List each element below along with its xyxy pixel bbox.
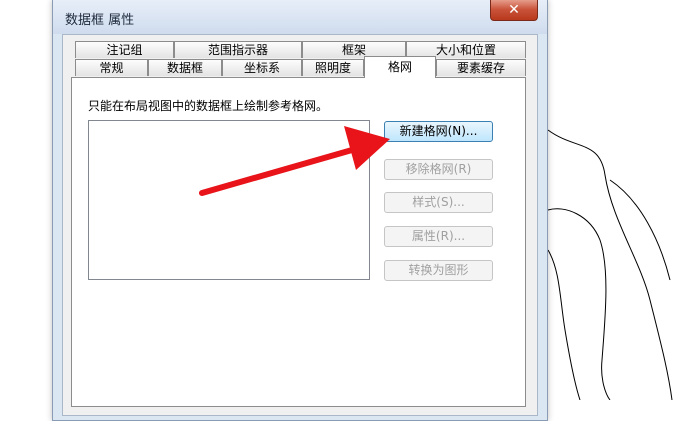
- tab-illumination[interactable]: 照明度: [302, 59, 364, 76]
- title-bar[interactable]: 数据框 属性 ✕: [53, 0, 547, 34]
- remove-grid-button[interactable]: 移除格网(R): [384, 159, 493, 180]
- tab-extent-indicators[interactable]: 范围指示器: [174, 41, 302, 58]
- close-button[interactable]: ✕: [490, 0, 538, 21]
- grid-list[interactable]: [88, 120, 370, 280]
- tab-general[interactable]: 常规: [75, 59, 148, 76]
- convert-to-graphics-button[interactable]: 转换为图形: [384, 260, 493, 281]
- new-grid-button[interactable]: 新建格网(N)...: [384, 121, 493, 142]
- style-button[interactable]: 样式(S)...: [384, 192, 493, 213]
- tab-feature-cache[interactable]: 要素缓存: [436, 59, 526, 76]
- close-icon: ✕: [508, 1, 520, 18]
- window-title: 数据框 属性: [65, 13, 135, 28]
- tab-data-frame[interactable]: 数据框: [148, 59, 222, 76]
- grid-description-text: 只能在布局视图中的数据框上绘制参考格网。: [88, 99, 329, 113]
- tab-annotation-groups[interactable]: 注记组: [75, 41, 174, 58]
- tab-grids[interactable]: 格网: [364, 56, 436, 78]
- tab-coordinate-system[interactable]: 坐标系: [222, 59, 302, 76]
- properties-button[interactable]: 属性(R)...: [384, 226, 493, 247]
